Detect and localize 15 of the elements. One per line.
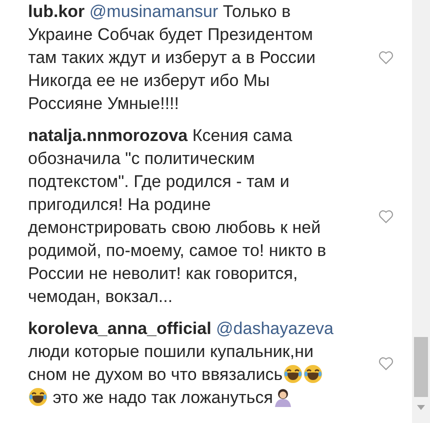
scrollbar-thumb[interactable]: [414, 337, 428, 397]
comment-text: natalja.nnmorozova Ксения сама обозначила "с политическим подтекстом". Где родился - там и пригодился! На родине демонстрировать свою любовь к ней родимой, по-моему, самое то! никто в России не неволит! как говорится, чемодан, вокзал...: [28, 125, 328, 308]
comment-text: lub.kor @musinamansur Только в Украине Собчак будет Президентом там таких ждут и изберут а в России Никогда ее не изберут ибо Мы Россияне Умные!!!!: [28, 1, 317, 115]
person-emoji-icon: [272, 387, 293, 407]
scroll-down-icon[interactable]: [417, 405, 425, 410]
laughing-emoji-icon: [302, 364, 323, 384]
laughing-emoji-icon: [282, 364, 303, 384]
scrollbar[interactable]: [412, 0, 430, 423]
heart-icon[interactable]: [378, 356, 394, 370]
mention-link[interactable]: @dashayazeva: [216, 319, 334, 338]
comment-text: koroleva_anna_official @dashayazeva люди которые пошили купальник,ни сном не духом во что ввязались это же надо так ложануться: [28, 318, 334, 409]
heart-icon[interactable]: [378, 50, 394, 65]
mention-link[interactable]: @musinamansur: [89, 2, 218, 21]
heart-icon[interactable]: [378, 208, 394, 224]
laughing-emoji-icon: [28, 387, 48, 407]
